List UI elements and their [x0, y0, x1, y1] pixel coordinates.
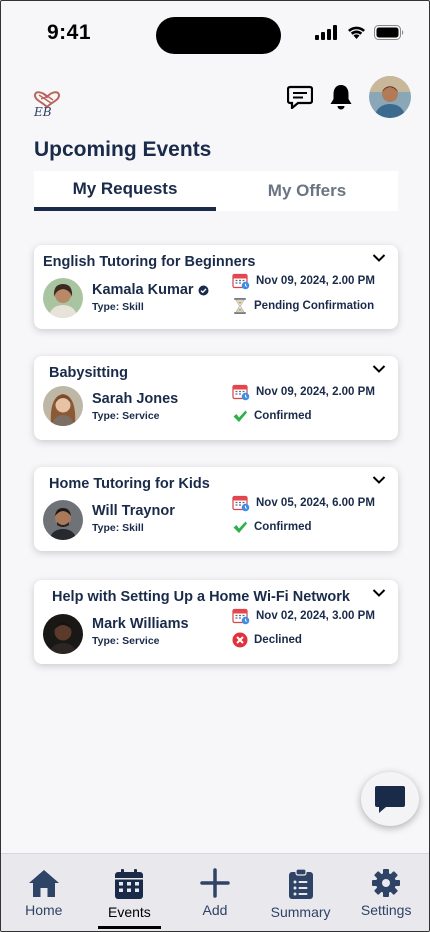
status-text: Pending Confirmation [254, 300, 375, 312]
person-name: Kamala Kumar [92, 282, 209, 298]
bottom-nav: Home Events Add Summary Settings [1, 853, 429, 931]
status-badge: Confirmed [232, 519, 312, 535]
nav-summary[interactable]: Summary [258, 854, 344, 931]
messages-icon[interactable] [287, 85, 313, 109]
event-title: Help with Setting Up a Home Wi-Fi Networ… [52, 589, 350, 605]
svg-text:EB: EB [33, 105, 52, 117]
signal-icon [315, 25, 337, 40]
event-date-text: Nov 05, 2024, 6.00 PM [256, 497, 375, 509]
event-card[interactable]: Home Tutoring for Kids Will Traynor Type… [34, 467, 398, 551]
event-date-text: Nov 09, 2024, 2.00 PM [256, 386, 375, 398]
hourglass-icon [234, 298, 246, 314]
calendar-icon [232, 608, 250, 625]
event-type: Type: Skill [92, 522, 144, 534]
person-name-text: Will Traynor [92, 503, 175, 519]
calendar-icon [232, 384, 250, 401]
profile-avatar-image [369, 76, 411, 118]
chat-fab-button[interactable] [361, 772, 419, 826]
nav-add[interactable]: Add [172, 854, 258, 931]
status-badge: Confirmed [232, 408, 312, 424]
calendar-icon [232, 495, 250, 512]
checkmark-icon [233, 521, 247, 533]
nav-label: Home [25, 902, 63, 918]
nav-label: Settings [360, 902, 412, 918]
plus-icon [200, 868, 230, 898]
avatar [43, 614, 83, 654]
person-name-text: Mark Williams [92, 616, 189, 632]
person-name: Mark Williams [92, 616, 189, 632]
header-actions [287, 76, 411, 118]
person-name: Sarah Jones [92, 391, 178, 407]
clipboard-icon [288, 868, 313, 899]
event-date: Nov 09, 2024, 2.00 PM [232, 383, 375, 401]
chevron-down-icon[interactable] [372, 588, 386, 598]
dynamic-island [156, 17, 281, 54]
page-title: Upcoming Events [34, 138, 212, 161]
calendar-icon [115, 869, 144, 899]
phone-frame: 9:41 EB Upcoming Events My Requests My O… [0, 0, 430, 932]
event-type: Type: Skill [92, 301, 144, 313]
status-icons [315, 25, 405, 40]
event-type: Type: Service [92, 635, 160, 647]
chevron-down-icon[interactable] [372, 475, 386, 485]
event-date: Nov 09, 2024, 2.00 PM [232, 272, 375, 290]
status-badge: Pending Confirmation [232, 297, 374, 315]
profile-avatar[interactable] [369, 76, 411, 118]
person-name-text: Kamala Kumar [92, 282, 194, 298]
event-card[interactable]: Help with Setting Up a Home Wi-Fi Networ… [34, 580, 398, 664]
battery-icon [374, 25, 404, 40]
status-text: Declined [254, 634, 302, 646]
status-time: 9:41 [47, 21, 92, 44]
person-name-text: Sarah Jones [92, 391, 179, 407]
event-tabs: My Requests My Offers [34, 171, 398, 211]
tab-my-offers[interactable]: My Offers [216, 171, 398, 211]
event-title: English Tutoring for Beginners [43, 254, 256, 270]
bell-icon[interactable] [329, 84, 353, 110]
event-date: Nov 05, 2024, 6.00 PM [232, 494, 375, 512]
checkmark-icon [233, 410, 247, 422]
wifi-icon [348, 26, 365, 39]
person-name: Will Traynor [92, 503, 175, 519]
status-badge: Declined [232, 632, 302, 648]
nav-label: Summary [270, 904, 331, 920]
chat-bubble-icon [375, 786, 405, 813]
event-type: Type: Service [92, 410, 160, 422]
declined-icon [232, 632, 248, 648]
event-card[interactable]: Babysitting Sarah Jones Type: Service No… [34, 356, 398, 440]
app-logo: EB [33, 91, 61, 117]
avatar [43, 278, 83, 318]
event-date: Nov 02, 2024, 3.00 PM [232, 607, 375, 625]
event-card[interactable]: English Tutoring for Beginners Kamala Ku… [34, 245, 398, 329]
nav-settings[interactable]: Settings [343, 854, 429, 931]
calendar-icon [232, 273, 250, 290]
status-bar: 9:41 [1, 1, 429, 71]
home-icon [28, 870, 59, 897]
nav-home[interactable]: Home [1, 854, 87, 931]
nav-label: Add [202, 902, 228, 918]
avatar [43, 386, 83, 426]
event-title: Babysitting [49, 365, 128, 381]
status-text: Confirmed [254, 410, 312, 422]
event-date-text: Nov 09, 2024, 2.00 PM [256, 275, 375, 287]
gear-icon [372, 869, 401, 897]
event-date-text: Nov 02, 2024, 3.00 PM [256, 610, 375, 622]
nav-label: Events [107, 904, 151, 920]
chevron-down-icon[interactable] [372, 253, 386, 263]
event-title: Home Tutoring for Kids [49, 476, 210, 492]
nav-events[interactable]: Events [87, 854, 173, 931]
verified-badge-icon [198, 285, 209, 295]
chevron-down-icon[interactable] [372, 364, 386, 374]
avatar [43, 500, 83, 540]
status-text: Confirmed [254, 521, 312, 533]
tab-my-requests[interactable]: My Requests [34, 171, 216, 211]
